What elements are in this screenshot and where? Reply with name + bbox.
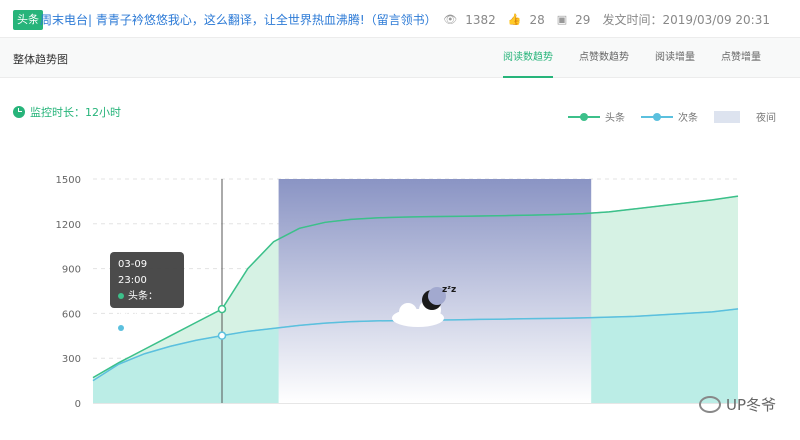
watermark: UP冬爷 bbox=[698, 394, 776, 415]
headline-dot-icon bbox=[118, 293, 124, 299]
tooltip-headline: 头条：629 bbox=[118, 291, 158, 318]
zzz-glyph: zᶻz bbox=[442, 285, 456, 295]
y-tick-label: 900 bbox=[62, 265, 81, 276]
y-tick-label: 1500 bbox=[56, 175, 81, 186]
watermark-text: UP冬爷 bbox=[725, 396, 776, 414]
y-tick-label: 600 bbox=[62, 309, 81, 320]
y-tick-label: 0 bbox=[75, 399, 81, 410]
hover-point bbox=[217, 331, 227, 340]
y-tick-label: 1200 bbox=[56, 220, 81, 231]
wechat-icon bbox=[698, 396, 721, 413]
cloud-shape bbox=[399, 303, 417, 321]
y-tick-label: 300 bbox=[62, 354, 81, 365]
secondary-dot-icon bbox=[118, 325, 124, 331]
hover-point bbox=[217, 304, 227, 314]
tooltip-time: 03-09 23:00 bbox=[118, 259, 148, 286]
chart-tooltip: 03-09 23:00 头条：629 次条：451 bbox=[110, 252, 184, 350]
tooltip-secondary: 次条：451 bbox=[118, 323, 158, 350]
trend-chart[interactable]: 0 300 600 900 1200 1500 zᶻz bbox=[0, 0, 800, 440]
